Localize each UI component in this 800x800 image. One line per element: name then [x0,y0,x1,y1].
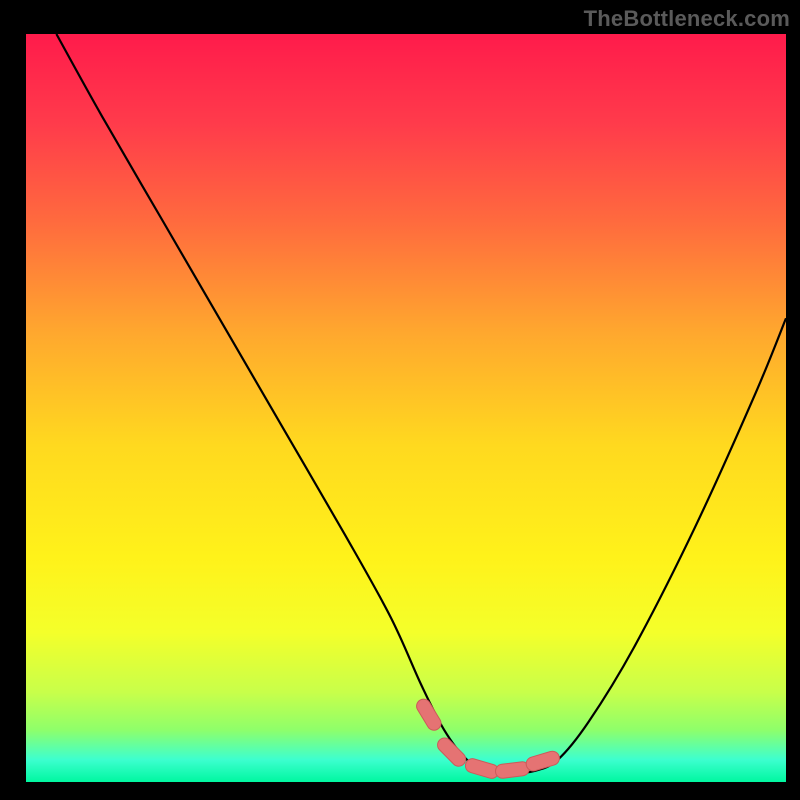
chart-frame: TheBottleneck.com [0,0,800,800]
gradient-background [26,34,786,782]
bottleneck-chart [0,0,800,800]
watermark-label: TheBottleneck.com [584,6,790,32]
